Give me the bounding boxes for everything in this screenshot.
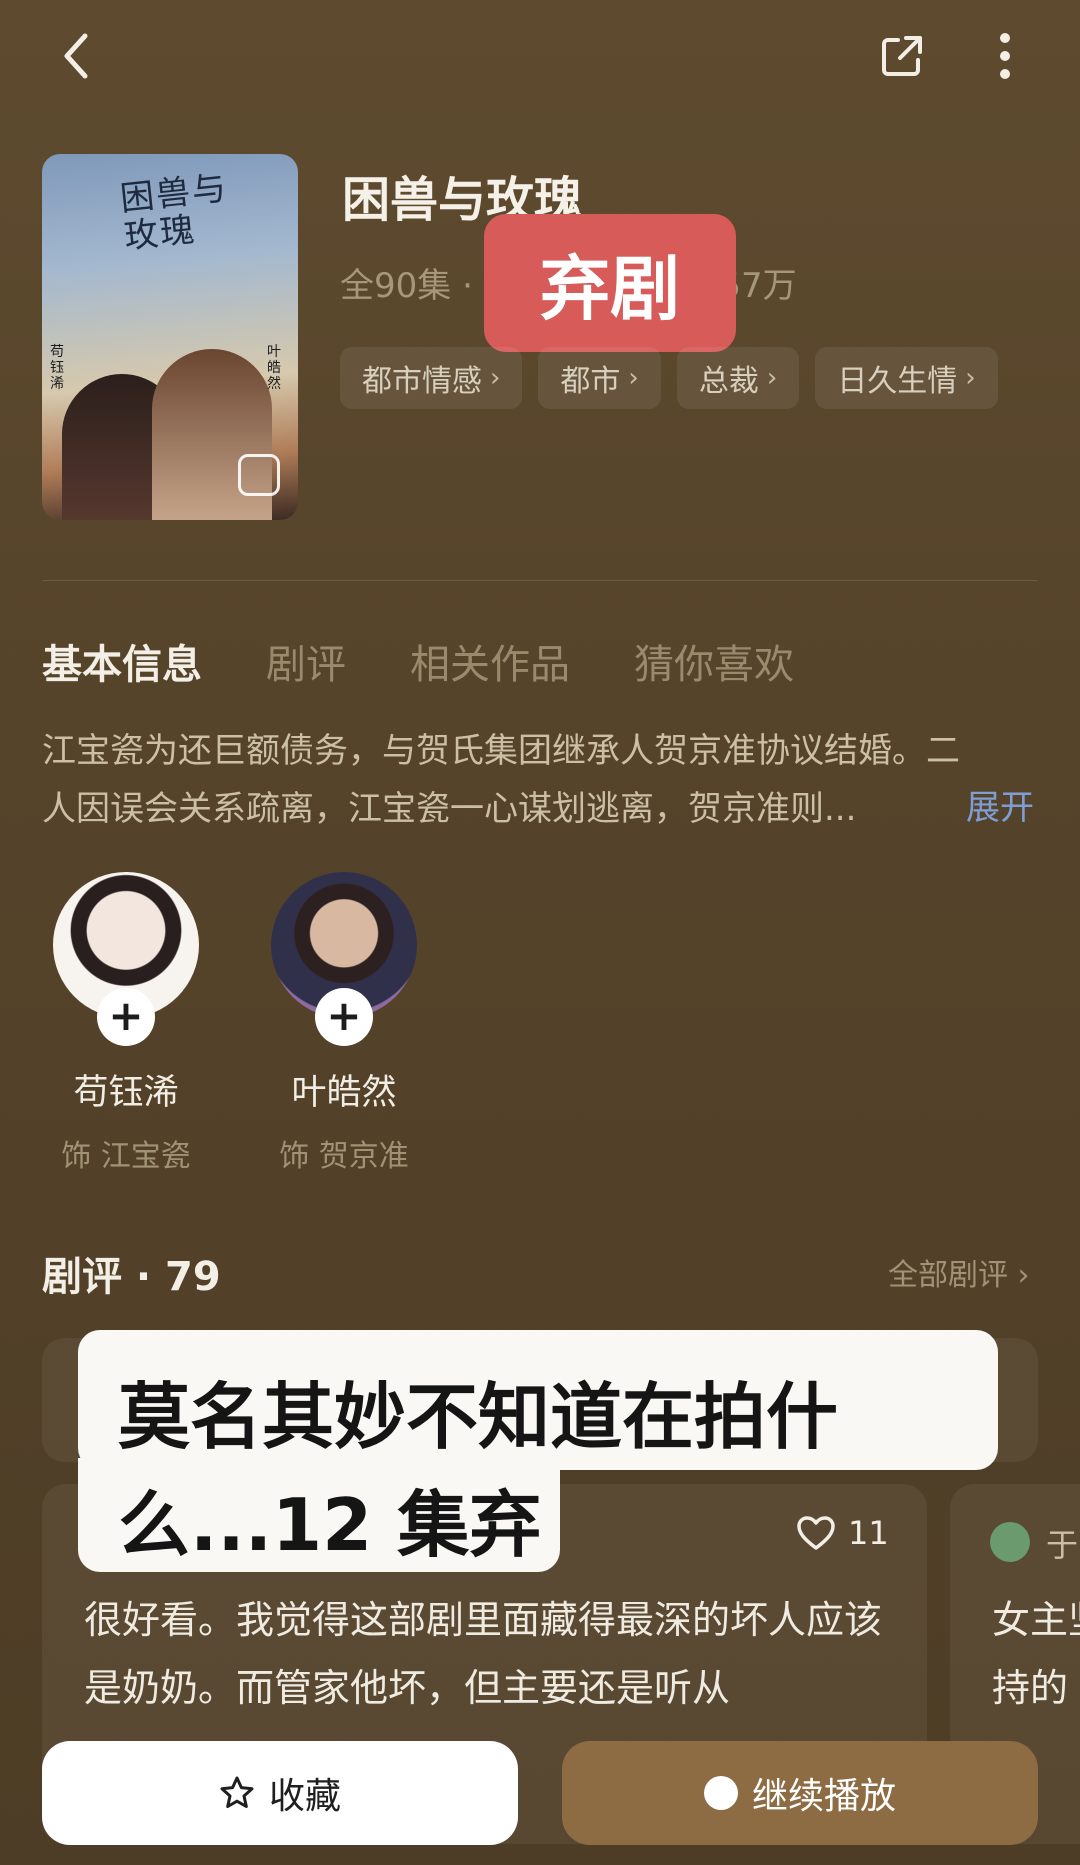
caption-line-2: 么...12 集弃 <box>78 1458 560 1572</box>
tab-bar: 基本信息 剧评 相关作品 猜你喜欢 <box>42 632 794 690</box>
reviews-section-title: 剧评 · 79 <box>42 1254 221 1300</box>
tag-list: 都市情感 › 都市 › 总裁 › 日久生情 › <box>340 347 998 409</box>
back-button[interactable] <box>46 26 106 86</box>
tab-recommendations[interactable]: 猜你喜欢 <box>634 632 794 690</box>
section-divider <box>42 580 1038 581</box>
caption-line-1: 莫名其妙不知道在拍什 <box>78 1330 998 1470</box>
cast-name: 叶皓然 <box>291 1073 397 1113</box>
tag-chip[interactable]: 都市 › <box>538 347 661 409</box>
play-icon <box>703 1776 738 1810</box>
tag-chip[interactable]: 总裁 › <box>676 347 800 409</box>
drama-poster[interactable]: 困兽与玫瑰 苟钰浠 叶皓然 <box>42 154 298 520</box>
caption-overlay: 莫名其妙不知道在拍什 么...12 集弃 <box>78 1330 998 1572</box>
more-vertical-icon <box>1000 33 1010 79</box>
abandoned-badge: 弃剧 <box>484 214 736 352</box>
tab-basic-info[interactable]: 基本信息 <box>42 632 202 690</box>
poster-actor-right: 叶皓然 <box>267 344 281 392</box>
expand-link[interactable]: 展开 <box>966 780 1034 829</box>
tag-label: 日久生情 <box>837 364 958 399</box>
chevron-right-icon: › <box>965 363 976 393</box>
star-icon <box>220 1776 254 1808</box>
tab-reviews[interactable]: 剧评 <box>266 632 346 690</box>
poster-actor-left: 苟钰浠 <box>50 344 64 392</box>
tag-label: 总裁 <box>698 364 759 399</box>
tag-chip[interactable]: 日久生情 › <box>815 347 998 409</box>
follow-plus-icon[interactable]: + <box>315 988 373 1046</box>
review-username: 于 <box>1046 1526 1079 1564</box>
review-text: 很好看。我觉得这部剧里面藏得最深的坏人应该是奶奶。而管家他坏，但主要还是听从 <box>84 1598 883 1710</box>
more-button[interactable] <box>980 26 1030 86</box>
synopsis-text: 江宝瓷为还巨额债务，与贺氏集团继承人贺京准协议结婚。二人因误会关系疏离，江宝瓷一… <box>42 731 960 829</box>
poster-calligraphy-title: 困兽与玫瑰 <box>118 168 230 258</box>
back-chevron-icon <box>64 33 88 79</box>
favorite-label: 收藏 <box>268 1776 341 1817</box>
chevron-right-icon: › <box>766 363 778 393</box>
follow-plus-icon[interactable]: + <box>97 988 155 1046</box>
share-icon <box>882 36 922 76</box>
tag-label: 都市情感 <box>362 364 482 399</box>
tag-label: 都市 <box>560 364 621 399</box>
gallery-icon[interactable] <box>238 454 280 496</box>
share-button[interactable] <box>872 26 932 86</box>
tag-chip[interactable]: 都市情感 › <box>340 347 523 409</box>
favorite-button[interactable]: 收藏 <box>42 1741 518 1845</box>
tab-related-works[interactable]: 相关作品 <box>410 632 570 690</box>
chevron-right-icon: › <box>628 363 639 393</box>
continue-play-label: 继续播放 <box>751 1776 896 1817</box>
cast-role: 饰 江宝瓷 <box>61 1139 191 1174</box>
review-text: 女主坚持的 <box>992 1598 1080 1710</box>
cast-member[interactable]: + 苟钰浠 饰 江宝瓷 <box>26 872 226 1175</box>
cast-role: 饰 贺京准 <box>279 1139 409 1174</box>
cast-member[interactable]: + 叶皓然 饰 贺京准 <box>244 872 444 1175</box>
cast-name: 苟钰浠 <box>73 1073 179 1113</box>
continue-play-button[interactable]: 继续播放 <box>562 1741 1038 1845</box>
chevron-right-icon: › <box>490 363 501 393</box>
all-reviews-link[interactable]: 全部剧评 › <box>888 1250 1030 1294</box>
